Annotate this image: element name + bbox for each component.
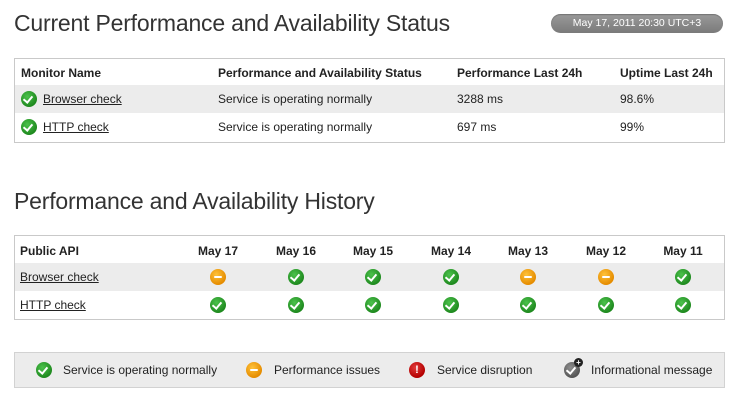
warning-icon — [246, 362, 262, 378]
header-date: May 17 — [197, 244, 239, 258]
header-date: May 14 — [430, 244, 472, 258]
ok-icon — [675, 297, 691, 313]
table-row: HTTP check — [15, 291, 724, 319]
header-monitor-name: Monitor Name — [21, 66, 102, 80]
status-text: Service is operating normally — [218, 120, 373, 134]
table-row: Browser check Service is operating norma… — [15, 85, 724, 113]
history-link-browser-check[interactable]: Browser check — [20, 263, 99, 291]
current-status-title: Current Performance and Availability Sta… — [14, 10, 450, 36]
header-date: May 13 — [507, 244, 549, 258]
header-date: May 15 — [352, 244, 394, 258]
warning-icon — [520, 269, 536, 285]
ok-icon — [365, 269, 381, 285]
ok-icon — [443, 297, 459, 313]
ok-icon — [36, 362, 52, 378]
table-header: Monitor Name Performance and Availabilit… — [15, 59, 724, 87]
monitor-link-http-check[interactable]: HTTP check — [43, 113, 109, 141]
ok-icon — [210, 297, 226, 313]
header-date: May 12 — [585, 244, 627, 258]
legend-ok-label: Service is operating normally — [63, 363, 218, 377]
ok-icon — [21, 91, 37, 107]
history-table: Public API May 17 May 16 May 15 May 14 M… — [14, 235, 725, 320]
ok-icon — [365, 297, 381, 313]
warning-icon — [210, 269, 226, 285]
history-link-http-check[interactable]: HTTP check — [20, 291, 86, 319]
header-status: Performance and Availability Status — [218, 66, 422, 80]
legend-info-label: Informational message — [591, 363, 713, 377]
ok-icon — [675, 269, 691, 285]
performance-value: 697 ms — [457, 120, 497, 134]
ok-icon — [288, 269, 304, 285]
error-icon — [409, 362, 425, 378]
header-date: May 11 — [663, 244, 703, 258]
ok-icon — [520, 297, 536, 313]
header-performance: Performance Last 24h — [457, 66, 583, 80]
table-row: HTTP check Service is operating normally… — [15, 113, 724, 141]
monitor-link-browser-check[interactable]: Browser check — [43, 85, 122, 113]
uptime-value: 99% — [620, 120, 645, 134]
header-public-api: Public API — [20, 244, 79, 258]
uptime-value: 98.6% — [620, 92, 655, 106]
legend-err-label: Service disruption — [437, 363, 533, 377]
ok-icon — [598, 297, 614, 313]
legend-warn-label: Performance issues — [274, 363, 381, 377]
warning-icon — [598, 269, 614, 285]
performance-value: 3288 ms — [457, 92, 504, 106]
ok-icon — [443, 269, 459, 285]
timestamp-badge: May 17, 2011 20:30 UTC+3 — [551, 14, 723, 33]
history-title: Performance and Availability History — [14, 188, 375, 214]
info-icon — [564, 358, 583, 378]
current-status-table: Monitor Name Performance and Availabilit… — [14, 58, 725, 143]
header-uptime: Uptime Last 24h — [620, 66, 713, 80]
table-row: Browser check — [15, 263, 724, 291]
status-text: Service is operating normally — [218, 92, 373, 106]
ok-icon — [288, 297, 304, 313]
header-date: May 16 — [275, 244, 317, 258]
status-legend: Service is operating normally Performanc… — [14, 352, 725, 388]
table-header: Public API May 17 May 16 May 15 May 14 M… — [15, 237, 724, 265]
ok-icon — [21, 119, 37, 135]
